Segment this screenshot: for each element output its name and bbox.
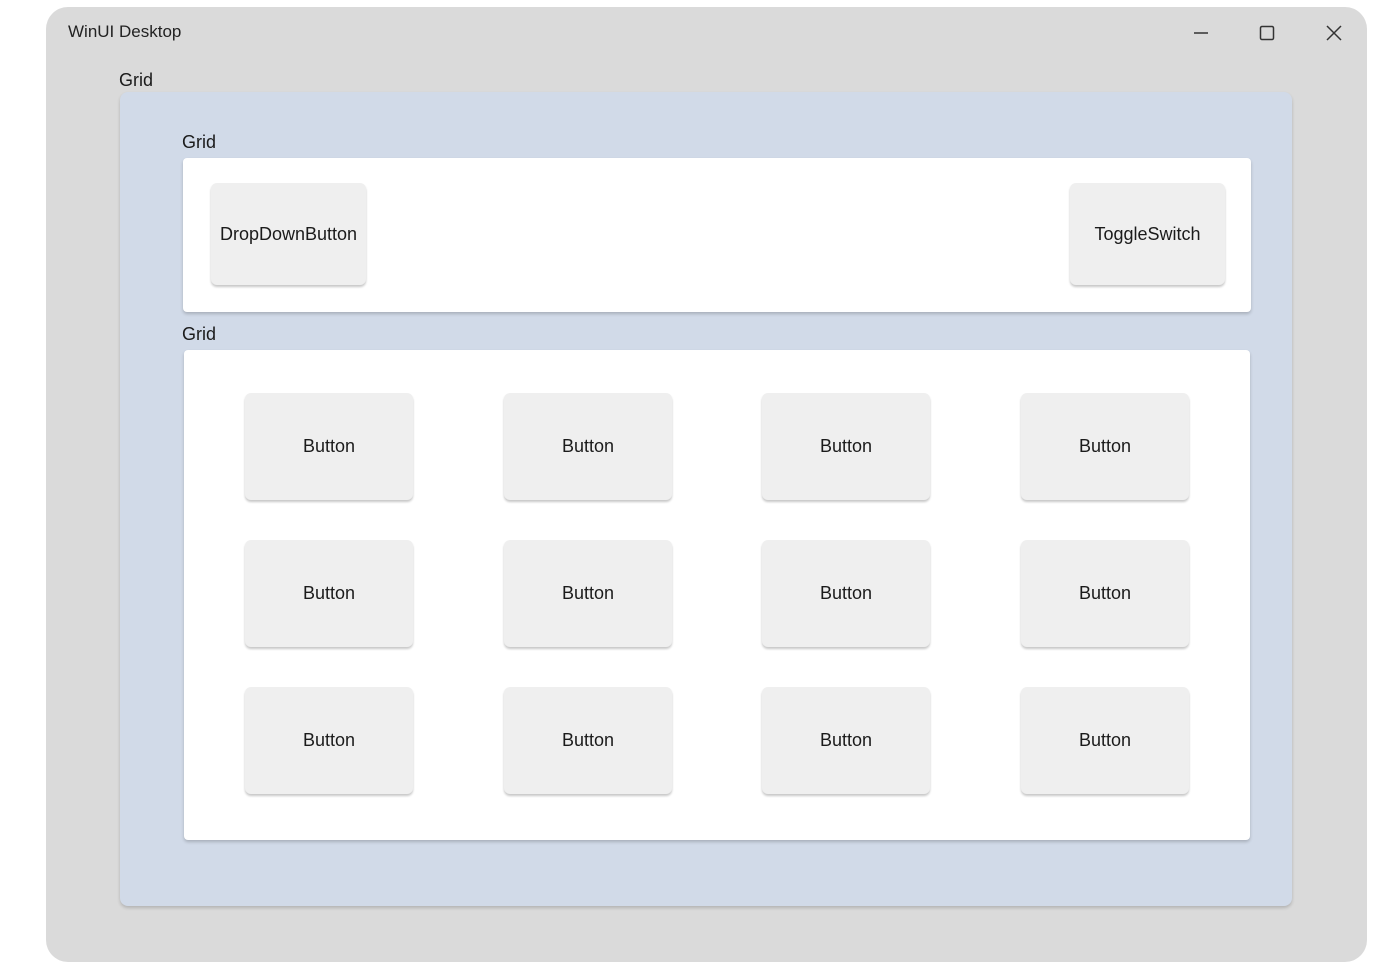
grid-button-5[interactable]: Button (245, 540, 413, 647)
minimize-button[interactable] (1186, 20, 1216, 46)
grid-button-10[interactable]: Button (504, 687, 672, 794)
grid-button-9[interactable]: Button (245, 687, 413, 794)
grid-button-8[interactable]: Button (1021, 540, 1189, 647)
top-grid-label: Grid (182, 132, 217, 152)
grid-button-11[interactable]: Button (762, 687, 930, 794)
dropdown-button[interactable]: DropDownButton (211, 183, 366, 285)
grid-button-1[interactable]: Button (245, 393, 413, 500)
window-title: WinUI Desktop (68, 22, 182, 41)
grid-button-3[interactable]: Button (762, 393, 930, 500)
outer-grid-label: Grid (119, 70, 154, 90)
grid-button-7[interactable]: Button (762, 540, 930, 647)
grid-button-2[interactable]: Button (504, 393, 672, 500)
minimize-icon (1194, 32, 1208, 34)
grid-button-4[interactable]: Button (1021, 393, 1189, 500)
close-button[interactable] (1319, 20, 1349, 46)
grid-button-12[interactable]: Button (1021, 687, 1189, 794)
toggle-switch[interactable]: ToggleSwitch (1070, 183, 1225, 285)
maximize-button[interactable] (1252, 20, 1282, 46)
maximize-icon (1259, 25, 1275, 41)
close-icon (1326, 25, 1342, 41)
bottom-grid-label: Grid (182, 324, 217, 344)
grid-button-6[interactable]: Button (504, 540, 672, 647)
